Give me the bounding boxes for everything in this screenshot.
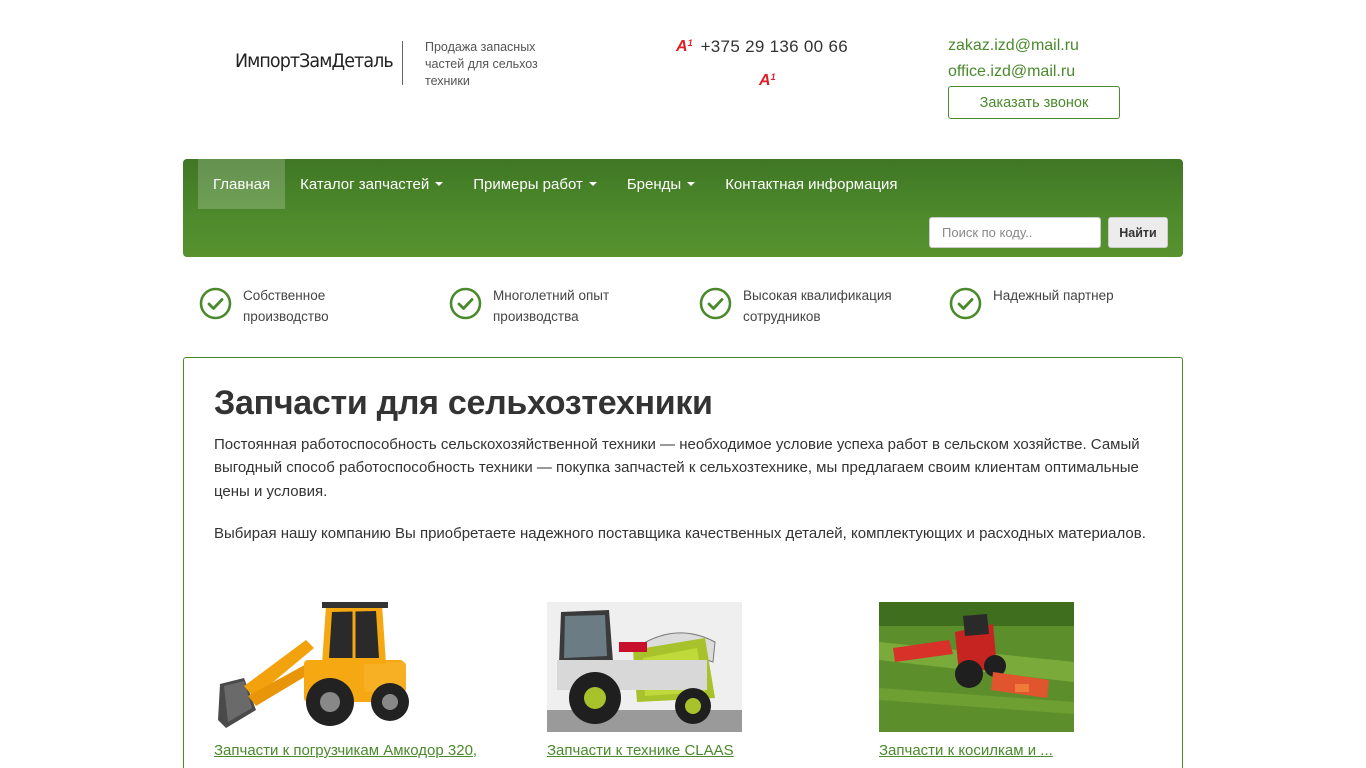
feature-text: Высокая квалификация сотрудников [743, 288, 892, 324]
logo-divider [402, 41, 403, 85]
nav-item-label: Главная [213, 175, 271, 193]
nav-item-home[interactable]: Главная [198, 159, 286, 209]
a1-operator-icon: A1 [676, 38, 693, 55]
email-contacts: zakaz.izd@mail.ru office.izd@mail.ru [948, 33, 1079, 85]
category-card-claas: Запчасти к технике CLAAS [547, 602, 837, 762]
claas-harvester-image[interactable] [547, 602, 742, 732]
tractor-mower-image[interactable] [879, 602, 1074, 732]
category-link-mowers[interactable]: Запчасти к косилкам и ... [879, 739, 1169, 762]
search-button[interactable]: Найти [1108, 217, 1168, 248]
a1-operator-icon-secondary: A1 [759, 72, 776, 89]
feature-text: Многолетний опыт производства [493, 288, 610, 324]
feature-text: Собственное производство [243, 288, 329, 324]
phone-contact: A1 +375 29 136 00 66 [676, 37, 848, 57]
nav-item-label: Примеры работ [473, 175, 583, 193]
email-link-orders[interactable]: zakaz.izd@mail.ru [948, 33, 1079, 59]
feature-qualification: Высокая квалификация сотрудников [699, 287, 892, 327]
nav-menu: Главная Каталог запчастей Примеры работ … [198, 159, 913, 209]
category-card-mowers: Запчасти к косилкам и ... [879, 602, 1169, 762]
nav-item-label: Контактная информация [725, 175, 898, 193]
email-link-office[interactable]: office.izd@mail.ru [948, 59, 1079, 85]
site-tagline: Продажа запасных частей для сельхоз техн… [425, 40, 538, 88]
feature-text: Надежный партнер [993, 288, 1114, 303]
nav-item-label: Бренды [626, 175, 682, 193]
feature-reliable-partner: Надежный партнер [949, 287, 1114, 320]
main-content: Запчасти для сельхозтехники Постоянная р… [183, 357, 1183, 768]
site-logo[interactable]: ИмпортЗамДеталь [235, 50, 394, 72]
phone-number[interactable]: +375 29 136 00 66 [701, 37, 848, 57]
feature-experience: Многолетний опыт производства [449, 287, 609, 327]
check-circle-icon [449, 287, 482, 320]
nav-item-label: Каталог запчастей [300, 175, 430, 193]
check-circle-icon [199, 287, 232, 320]
company-paragraph: Выбирая нашу компанию Вы приобретаете на… [214, 525, 1146, 542]
caret-down-icon [435, 182, 444, 186]
caret-down-icon [687, 182, 696, 186]
nav-item-brands[interactable]: Бренды [612, 159, 710, 209]
category-link-amkodor[interactable]: Запчасти к погрузчикам Амкодор 320, 332,… [214, 739, 504, 768]
category-card-amkodor: Запчасти к погрузчикам Амкодор 320, 332,… [214, 602, 504, 768]
nav-item-work-examples[interactable]: Примеры работ [458, 159, 612, 209]
wheel-loader-image[interactable] [214, 602, 409, 732]
nav-item-catalog[interactable]: Каталог запчастей [285, 159, 458, 209]
caret-down-icon [588, 182, 597, 186]
page-title: Запчасти для сельхозтехники [214, 384, 713, 422]
category-link-claas[interactable]: Запчасти к технике CLAAS [547, 739, 837, 762]
intro-paragraph: Постоянная работоспособность сельскохозя… [214, 436, 1140, 500]
feature-own-production: Собственное производство [199, 287, 329, 327]
search-by-code-input[interactable] [929, 217, 1101, 248]
check-circle-icon [949, 287, 982, 320]
nav-item-contacts[interactable]: Контактная информация [710, 159, 912, 209]
main-navbar: Главная Каталог запчастей Примеры работ … [183, 159, 1183, 257]
check-circle-icon [699, 287, 732, 320]
request-callback-button[interactable]: Заказать звонок [948, 86, 1120, 119]
